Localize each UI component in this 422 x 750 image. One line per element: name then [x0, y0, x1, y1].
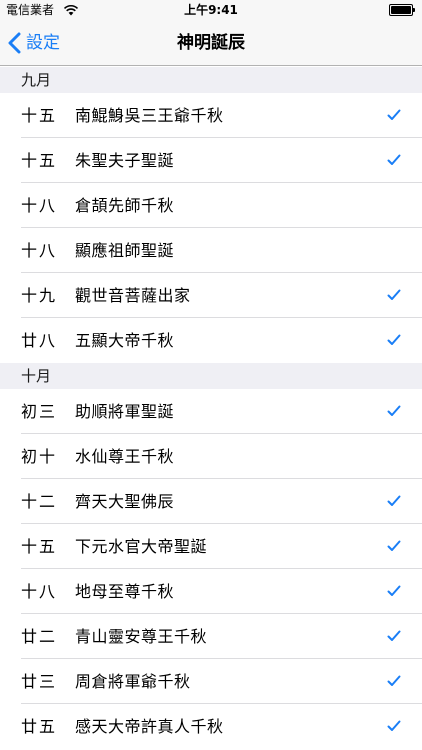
table-row[interactable]: 十八 倉頡先師千秋 [0, 183, 422, 228]
row-name: 南鯤鯓吳三王爺千秋 [75, 106, 224, 125]
row-name: 朱聖夫子聖誕 [75, 151, 175, 170]
table-row[interactable]: 十二 齊天大聖佛辰 [0, 479, 422, 524]
table-row[interactable]: 初三 助順將軍聖誕 [0, 389, 422, 434]
table-row[interactable]: 廿五 感天大帝許真人千秋 [0, 704, 422, 749]
row-date: 十八 [21, 241, 58, 260]
row-name: 助順將軍聖誕 [75, 402, 175, 421]
row-date: 廿五 [21, 717, 58, 736]
table-row[interactable]: 十五 朱聖夫子聖誕 [0, 138, 422, 183]
section-header: 十月 [0, 363, 422, 389]
checkmark-icon [387, 495, 401, 506]
row-date: 十九 [21, 286, 58, 305]
row-date: 廿八 [21, 331, 58, 350]
navigation-bar: 設定 神明誕辰 [0, 20, 422, 66]
checkmark-icon [387, 675, 401, 686]
checkmark-icon [387, 109, 401, 120]
row-name: 感天大帝許真人千秋 [75, 717, 224, 736]
table-row[interactable]: 十五 下元水官大帝聖誕 [0, 524, 422, 569]
row-date: 初十 [21, 447, 58, 466]
row-name: 青山靈安尊王千秋 [75, 627, 208, 646]
table-row[interactable]: 初十 水仙尊王千秋 [0, 434, 422, 479]
row-name: 周倉將軍爺千秋 [75, 672, 191, 691]
row-name: 下元水官大帝聖誕 [75, 537, 208, 556]
table-row[interactable]: 十八 地母至尊千秋 [0, 569, 422, 614]
row-date: 十八 [21, 582, 58, 601]
checkmark-icon [387, 154, 401, 165]
checkmark-icon [387, 334, 401, 345]
row-name: 地母至尊千秋 [75, 582, 175, 601]
checkmark-icon [387, 630, 401, 641]
status-bar: 電信業者 上午9:41 [0, 0, 422, 20]
row-name: 齊天大聖佛辰 [75, 492, 175, 511]
checkmark-icon [387, 289, 401, 300]
table-row[interactable]: 廿三 周倉將軍爺千秋 [0, 659, 422, 704]
row-name: 顯應祖師聖誕 [75, 241, 175, 260]
row-name: 五顯大帝千秋 [75, 331, 175, 350]
section-header: 九月 [0, 67, 422, 93]
checkmark-icon [387, 540, 401, 551]
row-date: 十五 [21, 537, 58, 556]
page-title: 神明誕辰 [177, 33, 245, 53]
row-date: 十五 [21, 151, 58, 170]
row-date: 十五 [21, 106, 58, 125]
row-date: 十八 [21, 196, 58, 215]
row-name: 觀世音菩薩出家 [75, 286, 191, 305]
checkmark-icon [387, 405, 401, 416]
row-date: 十二 [21, 492, 58, 511]
status-time: 上午9:41 [184, 3, 238, 17]
table-row[interactable]: 十八 顯應祖師聖誕 [0, 228, 422, 273]
checkmark-icon [387, 720, 401, 731]
row-date: 廿三 [21, 672, 58, 691]
table-row[interactable]: 十九 觀世音菩薩出家 [0, 273, 422, 318]
table-row[interactable]: 十五 南鯤鯓吳三王爺千秋 [0, 93, 422, 138]
festival-table: 九月 十五 南鯤鯓吳三王爺千秋 十五 朱聖夫子聖誕 十八 倉頡先師千秋 十八 顯應祖師聖誕 十九觀… [0, 67, 422, 749]
table-row[interactable]: 廿二 青山靈安尊王千秋 [0, 614, 422, 659]
row-date: 廿二 [21, 627, 58, 646]
checkmark-icon [387, 585, 401, 596]
table-row[interactable]: 廿八 五顯大帝千秋 [0, 318, 422, 363]
row-date: 初三 [21, 402, 58, 421]
row-name: 倉頡先師千秋 [75, 196, 175, 215]
row-name: 水仙尊王千秋 [75, 447, 175, 466]
battery-icon [389, 4, 416, 16]
